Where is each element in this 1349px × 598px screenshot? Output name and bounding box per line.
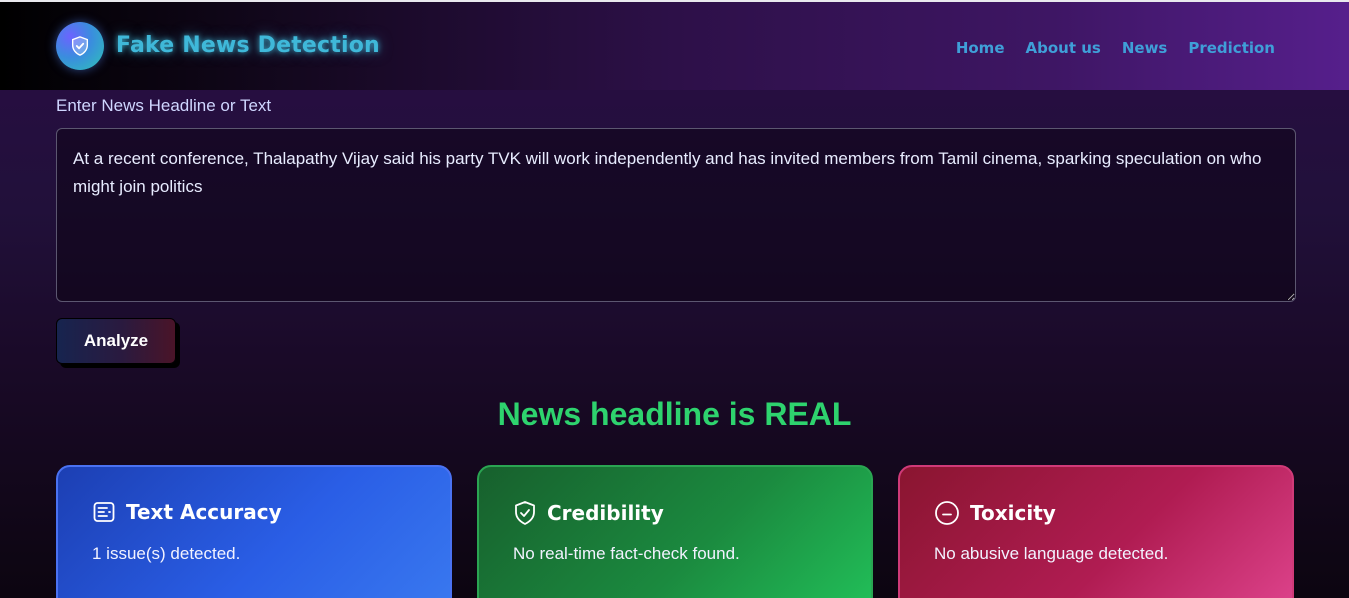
card-text: 1 issue(s) detected.: [92, 544, 241, 563]
minus-circle-icon: [935, 501, 959, 525]
shield-check-icon: [71, 36, 89, 56]
nav-home[interactable]: Home: [956, 39, 1005, 57]
card-text: No abusive language detected.: [934, 544, 1169, 563]
card-text: No real-time fact-check found.: [513, 544, 740, 563]
logo[interactable]: [56, 22, 104, 70]
document-icon: [93, 502, 115, 522]
text-accuracy-card: Text Accuracy 1 issue(s) detected.: [56, 465, 452, 598]
nav-prediction[interactable]: Prediction: [1188, 39, 1275, 57]
shield-check-icon: [515, 501, 535, 525]
card-title-row: Credibility: [513, 500, 664, 526]
analyze-button[interactable]: Analyze: [56, 318, 176, 364]
navbar: Fake News Detection Home About us News P…: [0, 2, 1349, 90]
nav-menu: Home About us News Prediction: [956, 39, 1275, 57]
brand-title[interactable]: Fake News Detection: [116, 33, 380, 58]
nav-news[interactable]: News: [1122, 39, 1168, 57]
card-title-row: Text Accuracy: [92, 500, 282, 524]
nav-about-us[interactable]: About us: [1026, 39, 1101, 57]
credibility-card: Credibility No real-time fact-check foun…: [477, 465, 873, 598]
card-title-row: Toxicity: [934, 500, 1056, 526]
news-text-input[interactable]: At a recent conference, Thalapathy Vijay…: [56, 128, 1296, 302]
prediction-result: News headline is REAL: [497, 396, 852, 432]
card-title: Toxicity: [970, 501, 1056, 525]
news-input-label: Enter News Headline or Text: [56, 96, 272, 115]
toxicity-card: Toxicity No abusive language detected.: [898, 465, 1294, 598]
card-title: Text Accuracy: [126, 500, 282, 524]
card-title: Credibility: [547, 501, 664, 525]
